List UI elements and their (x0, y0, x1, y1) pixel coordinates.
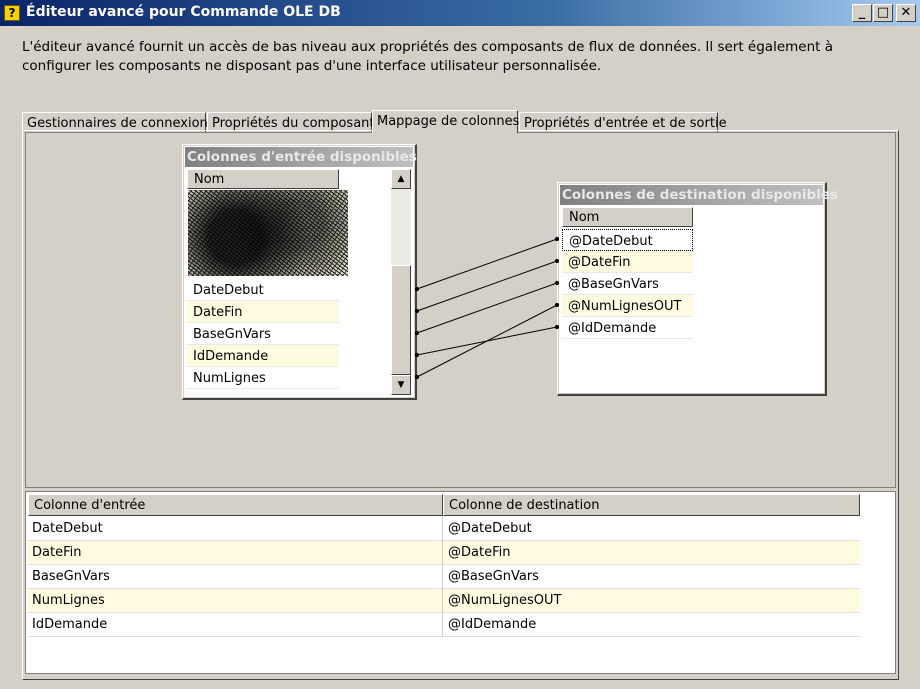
input-column-row[interactable]: DateDebut (187, 279, 339, 301)
input-column-row[interactable]: IdDemande (187, 345, 339, 367)
grid-cell-input[interactable]: DateFin (32, 545, 81, 560)
grid-cell-destination[interactable]: @DateDebut (448, 521, 532, 536)
table-row[interactable]: IdDemande @IdDemande (28, 613, 860, 637)
table-row[interactable]: NumLignes @NumLignesOUT (28, 589, 860, 613)
input-scrollbar[interactable]: ▲ ▼ (391, 169, 411, 395)
grid-cell-destination[interactable]: @DateFin (448, 545, 510, 560)
help-question-icon: ? (4, 5, 20, 21)
destination-column-row[interactable]: @BaseGnVars (562, 273, 693, 295)
grid-cell-destination[interactable]: @BaseGnVars (448, 569, 539, 584)
table-row[interactable]: DateDebut @DateDebut (28, 517, 860, 541)
destination-name-header[interactable]: Nom (562, 207, 693, 227)
grid-cell-destination[interactable]: @NumLignesOUT (448, 593, 561, 608)
input-name-header[interactable]: Nom (187, 169, 339, 189)
grid-header-destination-column[interactable]: Colonne de destination (443, 494, 860, 516)
destination-columns-box: Colonnes de destination disponibles Nom … (557, 182, 839, 396)
arrow-down-icon[interactable]: ▼ (391, 375, 411, 395)
tab-connection-managers[interactable]: Gestionnaires de connexions (22, 112, 215, 132)
scroll-thumb[interactable] (391, 265, 411, 375)
grid-cell-input[interactable]: DateDebut (32, 521, 103, 536)
arrow-up-icon[interactable]: ▲ (391, 169, 411, 189)
destination-column-row[interactable]: @IdDemande (562, 317, 693, 339)
input-columns-title: Colonnes d'entrée disponibles (185, 147, 417, 167)
maximize-button[interactable]: □ (873, 4, 893, 22)
tab-input-output-properties[interactable]: Propriétés d'entrée et de sortie (519, 112, 727, 132)
input-column-row[interactable]: NumLignes (187, 367, 339, 389)
title-bar: ? Éditeur avancé pour Commande OLE DB _ … (0, 0, 920, 26)
description-text: L'éditeur avancé fournit un accès de bas… (22, 39, 833, 74)
destination-column-row[interactable]: @DateDebut (562, 229, 693, 251)
grid-cell-input[interactable]: IdDemande (32, 617, 107, 632)
destination-column-row[interactable]: @NumLignesOUT (562, 295, 693, 317)
input-column-row[interactable]: DateFin (187, 301, 339, 323)
destination-columns-title: Colonnes de destination disponibles (560, 185, 839, 205)
minimize-button[interactable]: _ (852, 4, 872, 22)
tab-component-properties[interactable]: Propriétés du composant (207, 112, 375, 132)
grid-cell-destination[interactable]: @IdDemande (448, 617, 536, 632)
close-button[interactable]: ✕ (896, 4, 916, 22)
grid-cell-input[interactable]: BaseGnVars (32, 569, 110, 584)
table-row[interactable]: BaseGnVars @BaseGnVars (28, 565, 860, 589)
input-column-row[interactable]: BaseGnVars (187, 323, 339, 345)
grid-cell-input[interactable]: NumLignes (32, 593, 105, 608)
redacted-region (188, 190, 348, 276)
tab-column-mappings[interactable]: Mappage de colonnes (372, 110, 519, 133)
table-row[interactable]: DateFin @DateFin (28, 541, 860, 565)
window-title: Éditeur avancé pour Commande OLE DB (26, 4, 341, 20)
grid-header-input-column[interactable]: Colonne d'entrée (28, 494, 443, 516)
mapping-grid: Colonne d'entrée Colonne de destination … (25, 491, 896, 674)
destination-column-row[interactable]: @DateFin (562, 251, 693, 273)
